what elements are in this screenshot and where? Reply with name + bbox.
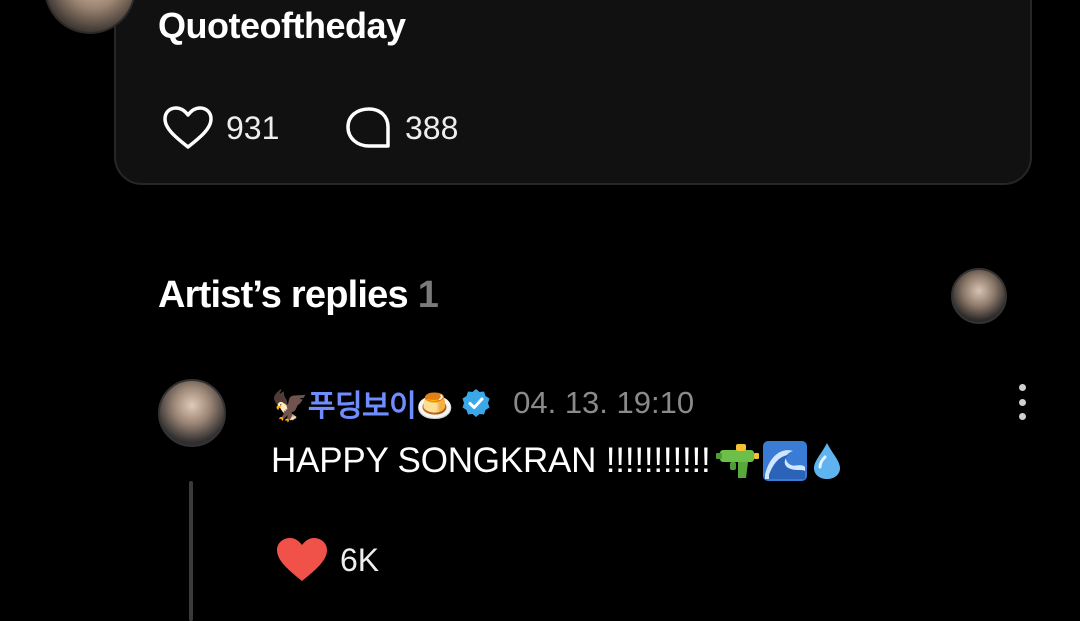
reply-like-count: 6K — [340, 541, 380, 578]
more-dot — [1018, 413, 1026, 420]
reply-emojis — [713, 441, 844, 481]
reply-author-name[interactable]: 🦅푸딩보이🍮 — [271, 381, 454, 425]
artist-replies-title: Artist’s replies — [158, 274, 409, 316]
more-vertical-icon[interactable] — [1008, 382, 1036, 422]
post-text: Quoteoftheday — [158, 5, 406, 46]
reply-header: 🦅푸딩보이🍮 04. 13. 19:10 — [271, 381, 694, 425]
post-comment-count: 388 — [405, 109, 459, 146]
thread-line — [189, 481, 193, 621]
artist-replies-heading: Artist’s replies 1 — [158, 274, 439, 317]
verified-badge-icon — [462, 389, 490, 417]
reply-body: HAPPY SONGKRAN !!!!!!!!!!! — [271, 438, 844, 484]
reply-like-button[interactable]: 6K — [276, 536, 379, 584]
artist-replies-count: 1 — [417, 274, 439, 316]
artist-profile-avatar[interactable] — [951, 268, 1007, 324]
comment-bubble-icon — [346, 107, 390, 148]
water-gun-icon — [715, 444, 759, 478]
post-like-button[interactable]: 931 — [162, 106, 279, 150]
more-dot — [1018, 398, 1026, 406]
reply-date: 04. 13. 19:10 — [513, 385, 695, 420]
reply-author-avatar[interactable] — [158, 379, 226, 447]
heart-icon — [163, 106, 213, 149]
droplet-icon — [813, 443, 840, 479]
more-dot — [1018, 384, 1026, 391]
wave-icon — [762, 441, 807, 481]
reply-text: HAPPY SONGKRAN !!!!!!!!!!! — [271, 441, 711, 480]
post-comment-button[interactable]: 388 — [345, 106, 458, 150]
heart-filled-icon — [277, 538, 327, 581]
post-like-count: 931 — [226, 109, 280, 146]
